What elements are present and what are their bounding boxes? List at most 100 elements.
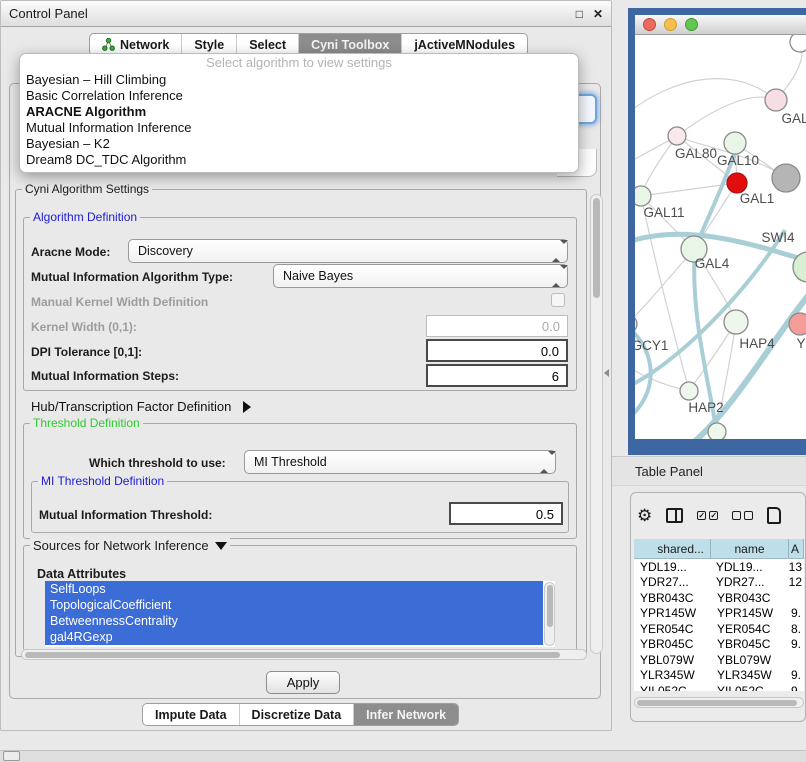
table-row[interactable]: YIL052CYIL052C9 [634,683,804,691]
mi-type-value: Naive Bayes [283,269,353,283]
expand-arrow-icon [243,401,251,413]
tab-jactivemnodules[interactable]: jActiveMNodules [401,34,527,55]
dpi-tolerance-field[interactable]: 0.0 [426,339,568,362]
deselect-all-checks-icon[interactable] [732,511,753,520]
dropdown-item-bayesian-k2[interactable]: Bayesian – K2 [20,136,578,152]
column-header-name[interactable]: name [711,539,789,558]
columns-icon[interactable] [666,508,683,523]
data-attributes-label: Data Attributes [37,567,126,581]
select-all-checks-icon[interactable]: ✓✓ [697,511,718,520]
node-label-y: Y [796,336,805,351]
aracne-mode-value: Discovery [138,244,193,258]
node-label-gal10: GAL10 [717,153,759,168]
tab-cyni-toolbox[interactable]: Cyni Toolbox [298,34,401,55]
attributes-list-scrollbar[interactable] [544,582,555,646]
node-hap2[interactable] [680,382,698,400]
tab-infer-network[interactable]: Infer Network [353,704,458,725]
dropdown-item-basic-correlation[interactable]: Basic Correlation Inference [20,88,578,104]
node-unlabeled-bottom[interactable] [708,423,726,439]
kernel-width-field[interactable]: 0.0 [426,315,568,337]
node-gal11[interactable] [635,186,651,206]
mi-threshold-value: 0.5 [536,507,554,522]
settings-hscrollbar[interactable] [21,649,587,660]
node-label-gal80: GAL80 [675,146,717,161]
list-item-gal4rgexp[interactable]: gal4RGexp [45,629,543,645]
dropdown-item-mutual-information[interactable]: Mutual Information Inference [20,120,578,136]
zoom-traffic-icon[interactable] [685,18,698,31]
node-label-gal4: GAL4 [695,256,730,271]
kernel-width-value: 0.0 [542,319,560,334]
close-traffic-icon[interactable] [643,18,656,31]
node-label-gal1: GAL1 [740,191,775,206]
apply-button[interactable]: Apply [266,671,340,694]
table-row[interactable]: YDL19...YDL19...13 [634,559,804,575]
document-icon[interactable] [767,507,781,524]
list-item-selfloops[interactable]: SelfLoops [45,581,543,597]
sources-title-text: Sources for Network Inference [33,538,209,553]
node-gcy1[interactable] [635,315,637,333]
node-gal10[interactable] [724,132,746,154]
panel-divider-handle[interactable] [604,369,609,377]
combo-stepper-icon [540,455,547,469]
node-gal80[interactable] [668,127,686,145]
attributes-scrollbar-thumb[interactable] [547,585,553,627]
node-label-swi4: SWI4 [761,230,794,245]
float-window-icon[interactable]: □ [576,7,583,21]
settings-scrollbar[interactable] [590,194,603,654]
kernel-width-label: Kernel Width (0,1): [31,320,137,334]
mi-threshold-field[interactable]: 0.5 [449,502,563,525]
which-threshold-value: MI Threshold [254,455,327,469]
aracne-mode-combo[interactable]: Discovery [128,239,568,263]
mi-steps-field[interactable]: 6 [426,364,568,387]
node-gal-partial[interactable] [765,89,787,111]
table-hscrollbar[interactable] [634,697,804,708]
node-gray[interactable] [772,164,800,192]
dropdown-item-dream8[interactable]: Dream8 DC_TDC Algorithm [20,152,578,168]
list-item-betweennesscentrality[interactable]: BetweennessCentrality [45,613,543,629]
table-row[interactable]: YBR045CYBR045C9. [634,637,804,653]
dropdown-item-aracne[interactable]: ARACNE Algorithm [20,104,578,120]
cyni-algorithm-settings-title: Cyni Algorithm Settings [22,182,152,196]
table-row[interactable]: YER054CYER054C8. [634,621,804,637]
network-window-titlebar[interactable] [635,15,806,35]
table-row[interactable]: YBL079WYBL079W [634,652,804,668]
settings-hscrollbar-thumb[interactable] [25,652,560,658]
tab-style[interactable]: Style [181,34,236,55]
hub-definition-expander[interactable]: Hub/Transcription Factor Definition [31,399,251,414]
settings-scrollbar-thumb[interactable] [593,198,600,298]
manual-kernel-checkbox[interactable] [551,293,565,307]
table-row[interactable]: YBR043CYBR043C [634,590,804,606]
node-salmon[interactable] [789,313,806,335]
tab-select[interactable]: Select [236,34,298,55]
collapse-arrow-icon [215,542,227,550]
tab-impute-data-label: Impute Data [155,708,227,722]
sources-group-title[interactable]: Sources for Network Inference [30,538,230,553]
tab-network[interactable]: Network [90,34,181,55]
network-canvas[interactable]: GAL GAL80 GAL10 GAL1 GAL11 SWI4 GAL4 GCY… [635,35,806,439]
tab-discretize-data[interactable]: Discretize Data [239,704,354,725]
which-threshold-combo[interactable]: MI Threshold [244,450,556,474]
table-row[interactable]: YPR145WYPR145W9. [634,606,804,622]
list-item-topologicalcoefficient[interactable]: TopologicalCoefficient [45,597,543,613]
node-gal1[interactable] [727,173,747,193]
gear-icon[interactable]: ⚙ [637,507,652,524]
node-label-gal11: GAL11 [643,205,684,220]
dropdown-item-bayesian-hill-climbing[interactable]: Bayesian – Hill Climbing [20,72,578,88]
apply-button-label: Apply [287,675,320,690]
column-header-shared-name[interactable]: shared... [634,539,711,558]
node-hap4[interactable] [724,310,748,334]
aracne-mode-label: Aracne Mode: [31,245,110,259]
table-row[interactable]: YLR345WYLR345W9. [634,668,804,684]
node-unlabeled-top[interactable] [790,35,806,52]
column-header-partial[interactable]: A [789,539,804,558]
tab-impute-data[interactable]: Impute Data [143,704,239,725]
table-row[interactable]: YDR27...YDR27...12 [634,575,804,591]
dpi-tolerance-label: DPI Tolerance [0,1]: [31,345,142,359]
minimize-traffic-icon[interactable] [664,18,677,31]
mi-type-combo[interactable]: Naive Bayes [273,264,568,288]
mi-steps-label: Mutual Information Steps: [31,369,179,383]
dpi-tolerance-value: 0.0 [541,344,559,359]
table-hscrollbar-thumb[interactable] [637,700,797,706]
close-window-icon[interactable]: ✕ [593,7,603,21]
minimized-panel-icon[interactable] [3,751,20,761]
